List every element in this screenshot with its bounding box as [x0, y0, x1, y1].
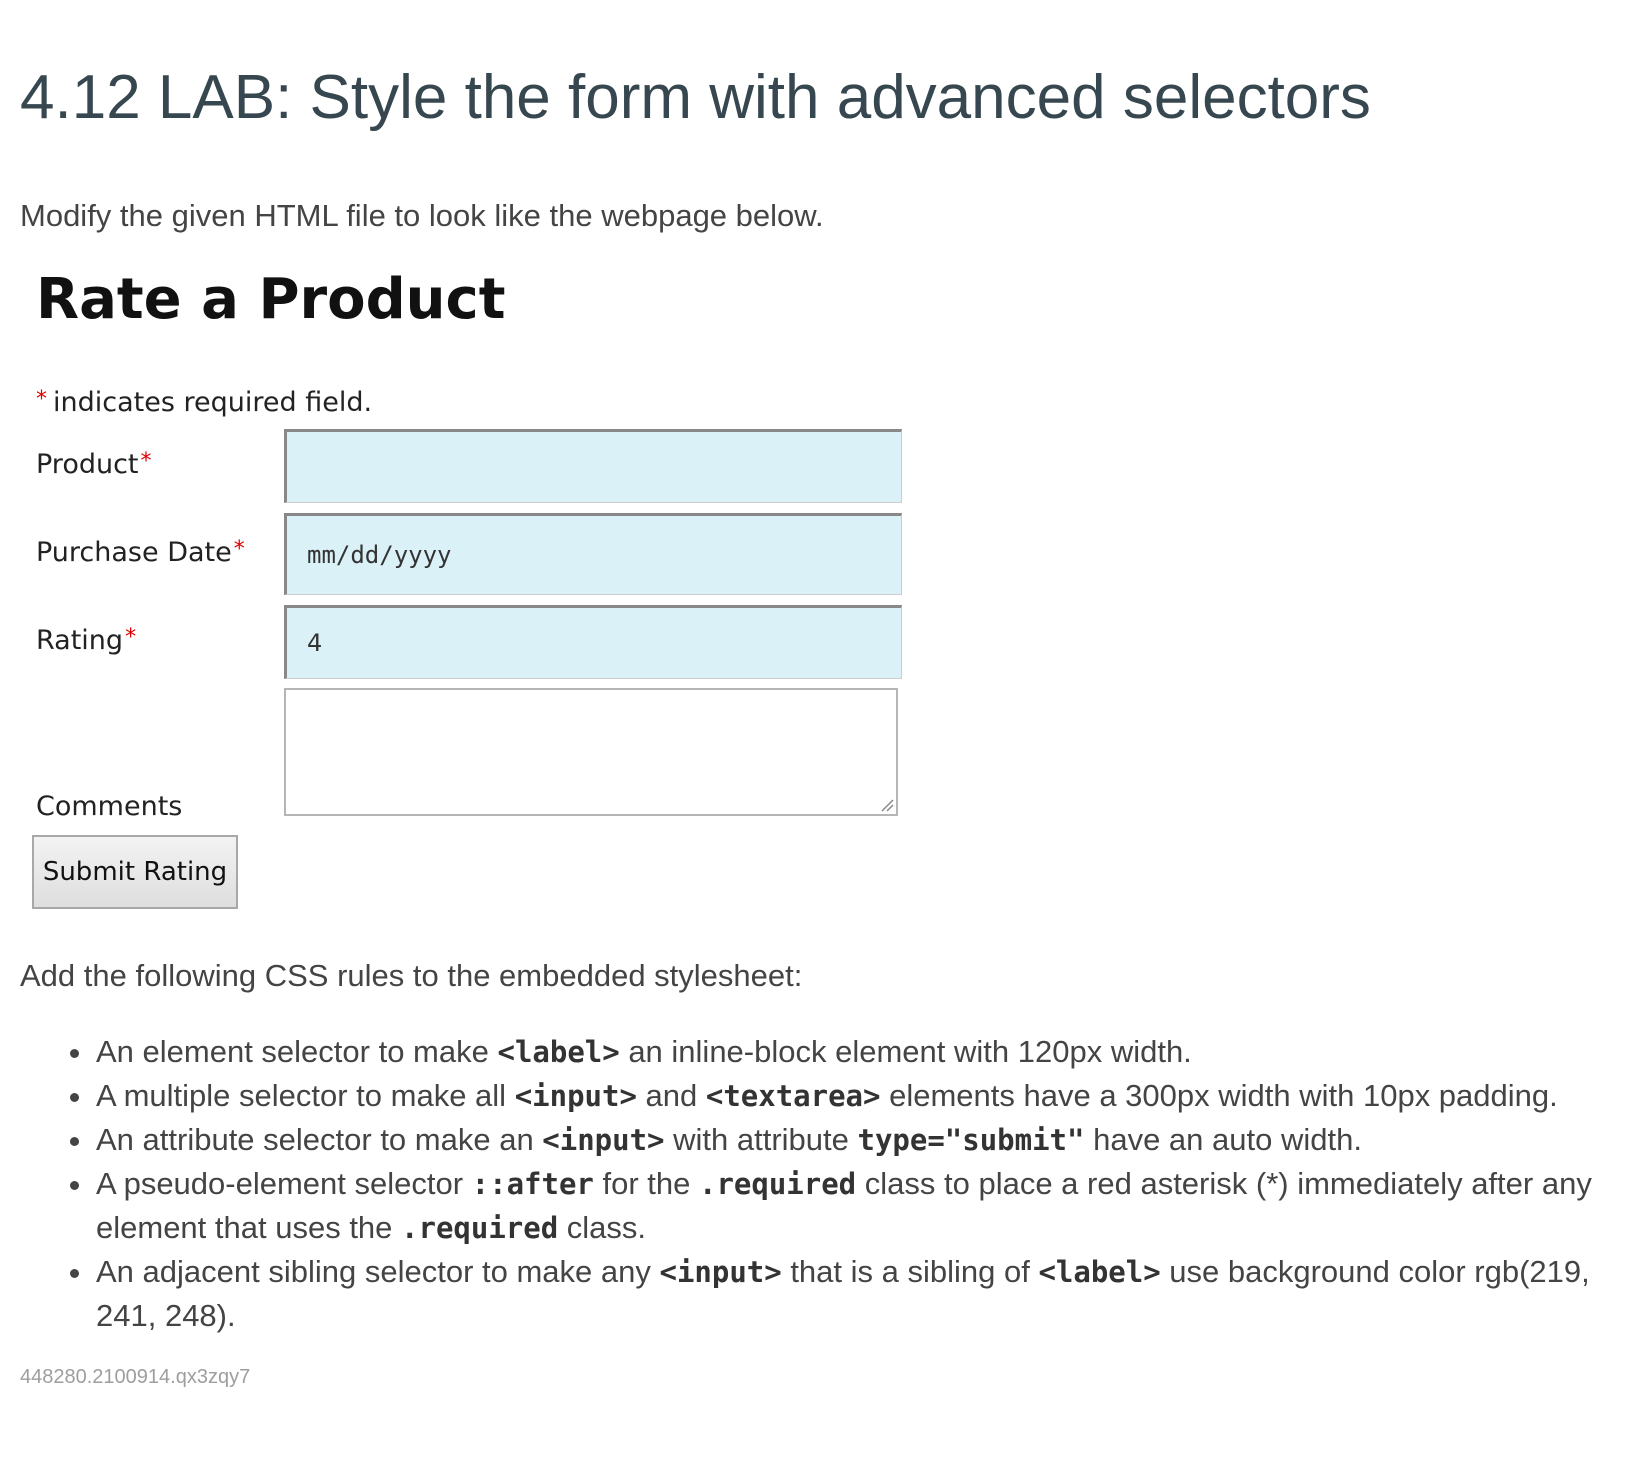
rule-text: with attribute: [664, 1122, 858, 1157]
code-snippet: .required: [699, 1167, 857, 1201]
code-snippet: <label>: [1038, 1255, 1161, 1289]
rule-text: A pseudo-element selector: [96, 1166, 472, 1201]
rule-text: An element selector to make: [96, 1034, 498, 1069]
list-item: An element selector to make <label> an i…: [60, 1030, 1640, 1074]
required-note-text: indicates required field.: [53, 387, 373, 418]
page-title: 4.12 LAB: Style the form with advanced s…: [20, 63, 1371, 132]
rating-input[interactable]: 4: [284, 605, 902, 679]
rule-text: A multiple selector to make all: [96, 1078, 515, 1113]
rating-label-text: Rating: [36, 625, 124, 656]
required-asterisk: *: [233, 537, 245, 562]
code-snippet: <input>: [542, 1123, 665, 1157]
code-snippet: <input>: [659, 1255, 782, 1289]
purchase-date-label-text: Purchase Date: [36, 537, 232, 568]
instructions-list: An element selector to make <label> an i…: [60, 1030, 1640, 1338]
product-input[interactable]: [284, 429, 902, 503]
content-id: 448280.2100914.qx3zqy7: [20, 1366, 251, 1388]
rule-text: class.: [558, 1210, 647, 1245]
rule-text: An adjacent sibling selector to make any: [96, 1254, 660, 1289]
rule-text: have an auto width.: [1084, 1122, 1362, 1157]
required-asterisk: *: [125, 625, 137, 650]
purchase-date-input-value: mm/dd/yyyy: [307, 541, 452, 569]
rating-input-value: 4: [307, 629, 323, 657]
rule-text: for the: [593, 1166, 699, 1201]
list-item: A pseudo-element selector ::after for th…: [60, 1162, 1640, 1250]
list-item: An adjacent sibling selector to make any…: [60, 1250, 1640, 1338]
code-snippet: <input>: [514, 1079, 637, 1113]
intro-text: Modify the given HTML file to look like …: [20, 198, 824, 233]
required-asterisk: *: [36, 387, 47, 412]
list-item: An attribute selector to make an <input>…: [60, 1118, 1640, 1162]
form-example-screenshot: Rate a Product * indicates required field…: [20, 255, 960, 975]
comments-label: Comments: [36, 791, 183, 822]
purchase-date-label: Purchase Date*: [36, 537, 245, 568]
resize-grip-icon[interactable]: [878, 796, 894, 812]
code-snippet: type="submit": [857, 1123, 1085, 1157]
required-asterisk: *: [140, 449, 152, 474]
code-snippet: <textarea>: [705, 1079, 881, 1113]
list-item: A multiple selector to make all <input> …: [60, 1074, 1640, 1118]
code-snippet: .required: [401, 1211, 559, 1245]
product-label: Product*: [36, 449, 152, 480]
code-snippet: ::after: [471, 1167, 594, 1201]
rule-text: an inline-block element with 120px width…: [619, 1034, 1192, 1069]
submit-rating-button[interactable]: Submit Rating: [32, 835, 238, 909]
instructions-intro: Add the following CSS rules to the embed…: [20, 958, 803, 993]
rule-text: elements have a 300px width with 10px pa…: [880, 1078, 1558, 1113]
rule-text: and: [636, 1078, 706, 1113]
rule-text: that is a sibling of: [781, 1254, 1039, 1289]
required-note: * indicates required field.: [36, 387, 372, 418]
purchase-date-input[interactable]: mm/dd/yyyy: [284, 513, 902, 595]
comments-textarea[interactable]: [284, 688, 898, 816]
code-snippet: <label>: [497, 1035, 620, 1069]
rating-label: Rating*: [36, 625, 136, 656]
rule-text: An attribute selector to make an: [96, 1122, 543, 1157]
lab-page: 4.12 LAB: Style the form with advanced s…: [0, 0, 1646, 1470]
product-label-text: Product: [36, 449, 139, 480]
form-heading: Rate a Product: [36, 267, 506, 332]
